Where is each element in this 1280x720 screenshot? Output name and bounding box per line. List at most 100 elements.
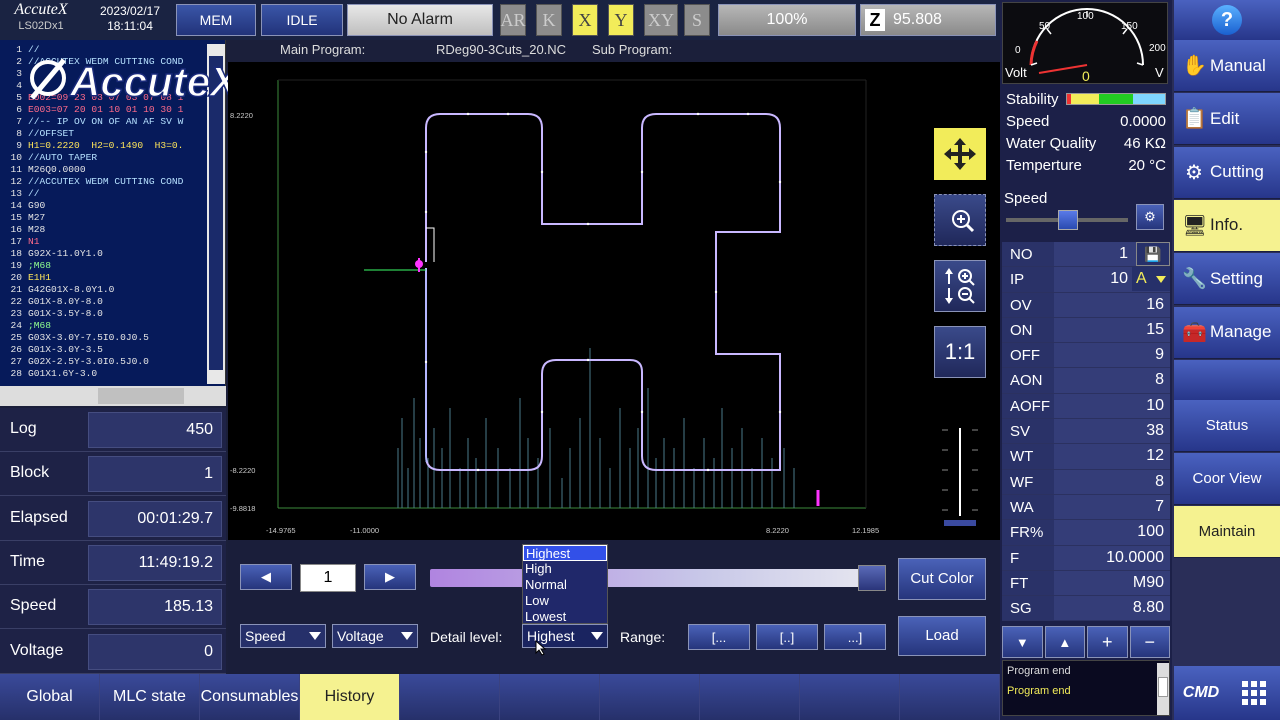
- tab-empty-7[interactable]: [700, 674, 800, 720]
- param-down-button[interactable]: ▼: [1002, 626, 1043, 658]
- param-value[interactable]: 1 💾: [1054, 242, 1170, 267]
- next-button[interactable]: ▶: [364, 564, 416, 590]
- param-value[interactable]: 9: [1054, 343, 1170, 368]
- fit-one-to-one-button[interactable]: 1:1: [934, 326, 986, 378]
- help-button[interactable]: ?: [1174, 0, 1280, 40]
- nav-manual[interactable]: ✋ Manual: [1174, 40, 1280, 92]
- code-line[interactable]: 10 //AUTO TAPER: [4, 152, 208, 164]
- code-line[interactable]: 21 G42G01X-8.0Y1.0: [4, 284, 208, 296]
- range-end-button[interactable]: ...]: [824, 624, 886, 650]
- param-value[interactable]: M90: [1054, 570, 1170, 596]
- axis-ar[interactable]: AR: [500, 4, 526, 36]
- param-row-ft[interactable]: FT M90: [1002, 570, 1170, 597]
- code-line[interactable]: 19 ;M68: [4, 260, 208, 272]
- tab-empty-9[interactable]: [900, 674, 1000, 720]
- speed-settings-button[interactable]: ⚙: [1136, 204, 1164, 230]
- param-minus-button[interactable]: −: [1129, 626, 1170, 658]
- param-row-sv[interactable]: SV 38: [1002, 419, 1170, 445]
- nav-edit[interactable]: 📋 Edit: [1174, 93, 1280, 146]
- alarm-status[interactable]: No Alarm: [347, 4, 493, 36]
- code-line[interactable]: 7 //-- IP OV ON OF AN AF SV W: [4, 116, 208, 128]
- param-value[interactable]: 100: [1054, 520, 1170, 545]
- idle-button[interactable]: IDLE: [261, 4, 343, 36]
- code-line[interactable]: 17 N1: [4, 236, 208, 248]
- nav-coor-view[interactable]: Coor View: [1174, 453, 1280, 505]
- tab-mlc-state[interactable]: MLC state: [100, 674, 200, 720]
- param-row-sg[interactable]: SG 8.80: [1002, 596, 1170, 622]
- tab-global[interactable]: Global: [0, 674, 100, 720]
- param-value[interactable]: 8: [1054, 368, 1170, 393]
- code-line[interactable]: 12 //ACCUTEX WEDM CUTTING COND: [4, 176, 208, 188]
- speed-slider-thumb[interactable]: [1058, 210, 1078, 230]
- prev-button[interactable]: ◀: [240, 564, 292, 590]
- code-hscroll-thumb[interactable]: [98, 388, 184, 404]
- code-line[interactable]: 23 G01X-3.5Y-8.0: [4, 308, 208, 320]
- save-icon[interactable]: 💾: [1136, 242, 1170, 266]
- mem-button[interactable]: MEM: [176, 4, 256, 36]
- zoom-window-button[interactable]: [934, 194, 986, 246]
- load-button[interactable]: Load: [898, 616, 986, 656]
- param-value[interactable]: 12: [1054, 444, 1170, 469]
- history-slider-thumb[interactable]: [858, 565, 886, 591]
- tab-consumables[interactable]: Consumables: [200, 674, 300, 720]
- code-line[interactable]: 9 H1=0.2220 H2=0.1490 H3=0.: [4, 140, 208, 152]
- param-row-wt[interactable]: WT 12: [1002, 444, 1170, 470]
- override-percent[interactable]: 100%: [718, 4, 856, 36]
- history-slider[interactable]: [430, 569, 886, 587]
- param-value[interactable]: 38: [1054, 419, 1170, 444]
- param-row-aon[interactable]: AON 8: [1002, 368, 1170, 394]
- param-row-off[interactable]: OFF 9: [1002, 343, 1170, 369]
- code-line[interactable]: 20 E1H1: [4, 272, 208, 284]
- toolpath-graphic[interactable]: 8.2220 -8.2220 -9.8818 -14.9765 -11.0000…: [228, 62, 1000, 540]
- series2-select[interactable]: Voltage: [332, 624, 418, 648]
- cut-color-button[interactable]: Cut Color: [898, 558, 986, 600]
- code-line[interactable]: 28 G01X1.6Y-3.0: [4, 368, 208, 380]
- option-normal[interactable]: Normal: [523, 577, 607, 593]
- tab-empty-6[interactable]: [600, 674, 700, 720]
- code-line[interactable]: 18 G92X-11.0Y1.0: [4, 248, 208, 260]
- series1-select[interactable]: Speed: [240, 624, 326, 648]
- nav-status[interactable]: Status: [1174, 400, 1280, 452]
- axis-y[interactable]: Y: [608, 4, 634, 36]
- param-value[interactable]: 10: [1054, 393, 1170, 419]
- param-value[interactable]: 8: [1054, 469, 1170, 494]
- tab-empty-8[interactable]: [800, 674, 900, 720]
- param-row-aoff[interactable]: AOFF 10: [1002, 393, 1170, 420]
- page-number-field[interactable]: 1: [300, 564, 356, 592]
- param-value[interactable]: 15: [1054, 317, 1170, 343]
- param-value[interactable]: 10 A: [1054, 267, 1170, 292]
- nav-cutting[interactable]: ⚙ Cutting: [1174, 146, 1280, 199]
- code-line[interactable]: 26 G01X-3.0Y-3.5: [4, 344, 208, 356]
- code-line[interactable]: 13 //: [4, 188, 208, 200]
- tab-empty-4[interactable]: [400, 674, 500, 720]
- param-row-no[interactable]: NO 1 💾: [1002, 242, 1170, 268]
- nav-manage[interactable]: 🧰 Manage: [1174, 306, 1280, 359]
- param-value[interactable]: 10.0000: [1054, 545, 1170, 570]
- code-line[interactable]: 24 ;M68: [4, 320, 208, 332]
- param-row-fr[interactable]: FR% 100: [1002, 520, 1170, 546]
- code-line[interactable]: 25 G03X-3.0Y-7.5I0.0J0.5: [4, 332, 208, 344]
- param-value[interactable]: 8.80: [1054, 596, 1170, 621]
- nav-maintain[interactable]: Maintain: [1174, 506, 1280, 558]
- code-line[interactable]: 8 //OFFSET: [4, 128, 208, 140]
- apps-button[interactable]: [1228, 666, 1280, 720]
- axis-x[interactable]: X: [572, 4, 598, 36]
- ip-mode-select[interactable]: A: [1132, 267, 1170, 292]
- code-line[interactable]: 11 M26Q0.0000: [4, 164, 208, 176]
- nav-info[interactable]: 🖥 Info.: [1174, 199, 1280, 252]
- range-middle-button[interactable]: [..]: [756, 624, 818, 650]
- cmd-button[interactable]: CMD: [1174, 666, 1228, 720]
- param-row-ip[interactable]: IP 10 A: [1002, 267, 1170, 293]
- option-low[interactable]: Low: [523, 593, 607, 609]
- log-scroll-thumb[interactable]: [1158, 677, 1168, 697]
- code-line[interactable]: 16 M28: [4, 224, 208, 236]
- param-row-f[interactable]: F 10.0000: [1002, 545, 1170, 571]
- option-lowest[interactable]: Lowest: [523, 609, 607, 625]
- message-log[interactable]: Program end Program end: [1002, 660, 1170, 716]
- code-line[interactable]: 15 M27: [4, 212, 208, 224]
- axis-k[interactable]: K: [536, 4, 562, 36]
- tab-history[interactable]: History: [300, 674, 400, 720]
- param-row-wf[interactable]: WF 8: [1002, 469, 1170, 495]
- option-highest[interactable]: Highest: [523, 545, 607, 561]
- param-row-on[interactable]: ON 15: [1002, 317, 1170, 344]
